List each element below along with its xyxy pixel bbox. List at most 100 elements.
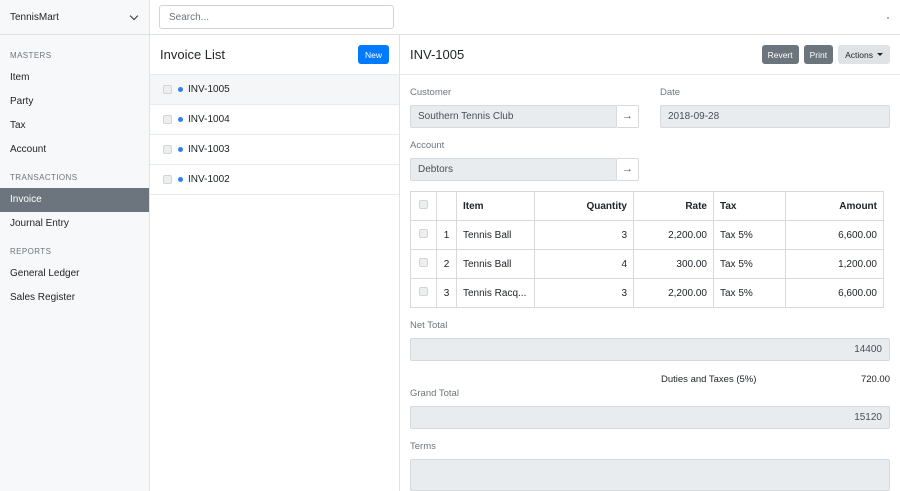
account-link-button[interactable]: →	[617, 158, 639, 181]
print-button[interactable]: Print	[803, 45, 834, 64]
quantity-cell[interactable]: 3	[534, 278, 634, 308]
grand-total-label: Grand Total	[410, 388, 459, 399]
sidebar-item-general-ledger[interactable]: General Ledger	[0, 262, 149, 286]
date-field[interactable]: 2018-09-28	[660, 105, 890, 128]
row-checkbox[interactable]	[163, 85, 172, 94]
customer-field[interactable]: Southern Tennis Club	[410, 105, 617, 128]
invoice-form: INV-1005 Revert Print Actions Customer S…	[400, 35, 900, 491]
tax-cell[interactable]: Tax 5%	[713, 249, 786, 279]
sidebar-section-reports: REPORTS	[10, 247, 52, 256]
sidebar-item-account[interactable]: Account	[0, 138, 149, 162]
sidebar-section-transactions: TRANSACTIONS	[10, 173, 78, 182]
list-item[interactable]: INV-1004	[150, 105, 399, 135]
list-title: Invoice List	[160, 47, 226, 62]
account-field[interactable]: Debtors	[410, 158, 617, 181]
amount-cell: 1,200.00	[785, 249, 884, 279]
quantity-cell[interactable]: 4	[534, 249, 634, 279]
arrow-right-icon: →	[622, 163, 633, 175]
list-item[interactable]: INV-1002	[150, 165, 399, 195]
header-amount: Amount	[785, 191, 884, 221]
quantity-cell[interactable]: 3	[534, 220, 634, 250]
table-row[interactable]: 1 Tennis Ball 3 2,200.00 Tax 5% 6,600.00	[410, 220, 884, 250]
sidebar-item-item[interactable]: Item	[0, 66, 149, 90]
invoice-list-pane: Invoice List New INV-1005 INV-1004 INV-1…	[150, 35, 400, 491]
row-checkbox[interactable]	[419, 258, 428, 267]
row-index: 2	[436, 249, 457, 279]
duties-value: 720.00	[860, 374, 890, 385]
status-dot-icon	[178, 177, 183, 182]
revert-button[interactable]: Revert	[761, 45, 799, 64]
search-input[interactable]	[159, 5, 394, 29]
amount-cell: 6,600.00	[785, 220, 884, 250]
row-checkbox[interactable]	[163, 175, 172, 184]
date-label: Date	[660, 87, 681, 98]
chevron-down-icon[interactable]	[129, 12, 139, 22]
row-checkbox-cell	[410, 249, 437, 279]
sidebar-item-party[interactable]: Party	[0, 90, 149, 114]
caret-down-icon	[877, 53, 883, 56]
form-header: INV-1005 Revert Print Actions	[400, 35, 900, 75]
list-item[interactable]: INV-1005	[150, 75, 399, 105]
header-tax: Tax	[713, 191, 786, 221]
row-index: 3	[436, 278, 457, 308]
header-quantity: Quantity	[534, 191, 634, 221]
sidebar-section-masters: MASTERS	[10, 51, 52, 60]
table-row[interactable]: 2 Tennis Ball 4 300.00 Tax 5% 1,200.00	[410, 249, 884, 279]
header-item: Item	[456, 191, 535, 221]
tax-cell[interactable]: Tax 5%	[713, 220, 786, 250]
rate-cell[interactable]: 2,200.00	[633, 278, 714, 308]
list-header: Invoice List New	[150, 35, 399, 75]
actions-dropdown[interactable]: Actions	[838, 45, 890, 64]
table-header-row: Item Quantity Rate Tax Amount	[410, 191, 884, 221]
item-cell[interactable]: Tennis Racq...	[456, 278, 535, 308]
item-cell[interactable]: Tennis Ball	[456, 220, 535, 250]
sidebar-item-journal-entry[interactable]: Journal Entry	[0, 212, 149, 236]
app-name: TennisMart	[10, 11, 59, 23]
status-dot-icon	[178, 147, 183, 152]
tax-cell[interactable]: Tax 5%	[713, 278, 786, 308]
header-rate: Rate	[633, 191, 714, 221]
list-item-label: INV-1004	[188, 114, 230, 125]
terms-label: Terms	[410, 441, 436, 452]
customer-link-button[interactable]: →	[617, 105, 639, 128]
amount-cell: 6,600.00	[785, 278, 884, 308]
row-checkbox[interactable]	[163, 145, 172, 154]
status-dot-icon	[178, 117, 183, 122]
row-checkbox[interactable]	[163, 115, 172, 124]
rate-cell[interactable]: 2,200.00	[633, 220, 714, 250]
item-cell[interactable]: Tennis Ball	[456, 249, 535, 279]
top-bar	[150, 0, 900, 35]
row-checkbox-cell	[410, 220, 437, 250]
form-title: INV-1005	[410, 47, 465, 62]
arrow-right-icon: →	[622, 110, 633, 122]
list-item-label: INV-1005	[188, 84, 230, 95]
row-index: 1	[436, 220, 457, 250]
list-item-label: INV-1003	[188, 144, 230, 155]
sidebar-item-tax[interactable]: Tax	[0, 114, 149, 138]
terms-field[interactable]	[410, 459, 890, 491]
sidebar: TennisMart MASTERS Item Party Tax Accoun…	[0, 0, 150, 491]
status-dot-icon	[178, 87, 183, 92]
table-row[interactable]: 3 Tennis Racq... 3 2,200.00 Tax 5% 6,600…	[410, 278, 884, 308]
select-all-checkbox[interactable]	[419, 200, 428, 209]
actions-label: Actions	[845, 49, 873, 60]
items-table: Item Quantity Rate Tax Amount 1 Tennis B…	[410, 191, 884, 308]
menu-dot-icon[interactable]	[887, 17, 889, 19]
header-checkbox-cell	[410, 191, 437, 221]
rate-cell[interactable]: 300.00	[633, 249, 714, 279]
row-checkbox[interactable]	[419, 287, 428, 296]
sidebar-item-sales-register[interactable]: Sales Register	[0, 286, 149, 310]
sidebar-header[interactable]: TennisMart	[0, 0, 149, 35]
list-item[interactable]: INV-1003	[150, 135, 399, 165]
new-button[interactable]: New	[357, 45, 389, 64]
row-checkbox-cell	[410, 278, 437, 308]
grand-total-field: 15120	[410, 406, 890, 429]
net-total-label: Net Total	[410, 320, 448, 331]
sidebar-item-invoice[interactable]: Invoice	[0, 188, 149, 212]
header-index-cell	[436, 191, 457, 221]
duties-label: Duties and Taxes (5%)	[661, 374, 757, 385]
net-total-field: 14400	[410, 338, 890, 361]
list-item-label: INV-1002	[188, 174, 230, 185]
row-checkbox[interactable]	[419, 229, 428, 238]
account-label: Account	[410, 140, 445, 151]
